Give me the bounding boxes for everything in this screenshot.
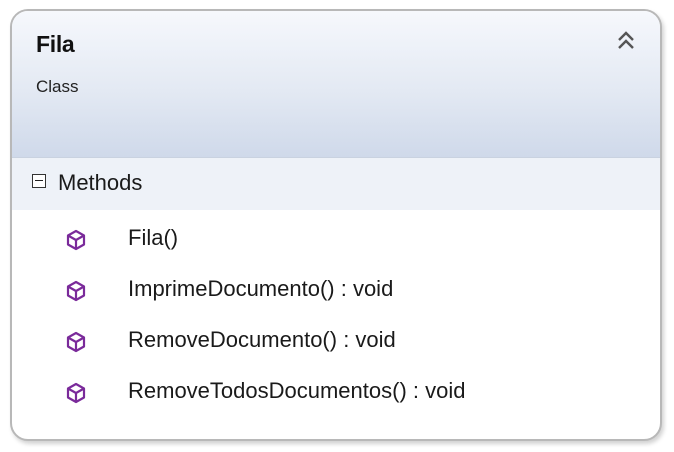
- method-item[interactable]: ImprimeDocumento() : void: [12, 272, 660, 323]
- class-shape[interactable]: Fila Class Methods Fila() ImprimeDocumen…: [10, 9, 662, 441]
- method-item[interactable]: RemoveTodosDocumentos() : void: [12, 374, 660, 425]
- method-item[interactable]: Fila(): [12, 221, 660, 272]
- method-label: Fila(): [128, 225, 179, 250]
- method-cube-icon: [66, 382, 86, 404]
- method-item[interactable]: RemoveDocumento() : void: [12, 323, 660, 374]
- methods-list: Fila() ImprimeDocumento() : void RemoveD…: [12, 221, 660, 425]
- method-label: ImprimeDocumento() : void: [128, 276, 394, 301]
- method-label: RemoveDocumento() : void: [128, 327, 396, 352]
- method-cube-icon: [66, 280, 86, 302]
- minus-box-icon[interactable]: [32, 174, 46, 188]
- methods-section-header[interactable]: Methods: [12, 158, 660, 210]
- class-kind: Class: [36, 77, 79, 96]
- collapse-button[interactable]: [614, 29, 638, 53]
- class-header[interactable]: Fila Class: [12, 11, 660, 158]
- class-name: Fila: [36, 31, 75, 57]
- methods-section-title: Methods: [58, 170, 143, 195]
- method-label: RemoveTodosDocumentos() : void: [128, 378, 466, 403]
- method-cube-icon: [66, 229, 86, 251]
- method-cube-icon: [66, 331, 86, 353]
- double-chevron-up-icon: [618, 31, 634, 49]
